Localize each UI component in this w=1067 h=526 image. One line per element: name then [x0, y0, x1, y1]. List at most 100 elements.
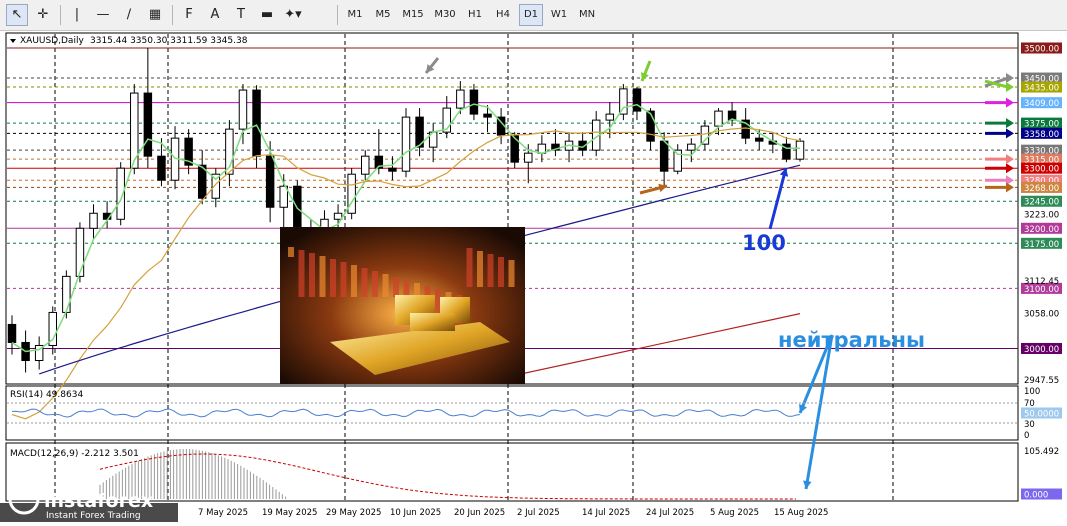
candle-body[interactable] — [456, 89, 465, 109]
rsi-value-label: 50.0000 — [1024, 410, 1059, 420]
price-label: 0.000 — [1024, 491, 1048, 501]
cursor-icon[interactable]: ↖ — [6, 4, 28, 26]
price-label: 3245.00 — [1024, 198, 1059, 208]
timeframe-d1-button[interactable]: D1 — [519, 4, 543, 26]
image-candle-decor — [288, 247, 294, 257]
watermark-tagline: Instant Forex Trading — [46, 511, 141, 521]
date-label: 24 Jul 2025 — [646, 508, 694, 518]
horizontal-line-icon[interactable]: — — [92, 4, 114, 26]
candle-body[interactable] — [62, 275, 71, 313]
axis-tick: 2947.55 — [1024, 376, 1059, 386]
image-candle-decor — [382, 274, 389, 297]
macd-top-label: 105.492 — [1024, 447, 1059, 457]
image-candle-decor — [414, 283, 420, 297]
candle-body[interactable] — [75, 227, 85, 277]
ohlc-label: 3315.44 3350.30 3311.59 3345.38 — [90, 36, 248, 46]
candle-body[interactable] — [48, 311, 57, 346]
candle-body[interactable] — [252, 89, 261, 157]
price-label: 3500.00 — [1024, 45, 1059, 55]
candle-body[interactable] — [795, 140, 805, 160]
rectangle-icon[interactable]: ▬ — [256, 4, 278, 26]
gold-bar-small — [410, 313, 455, 331]
candle-body[interactable] — [143, 92, 153, 157]
candle-body[interactable] — [483, 113, 492, 118]
axis-tick: 3058.00 — [1024, 310, 1059, 320]
timeframe-mn-button[interactable]: MN — [575, 4, 599, 26]
timeframe-m1-button[interactable]: M1 — [343, 4, 367, 26]
candle-body[interactable] — [7, 323, 17, 343]
timeframe-h4-button[interactable]: H4 — [491, 4, 515, 26]
candle-body[interactable] — [157, 155, 166, 181]
chart-frame: XAUUSD,Daily 3315.44 3350.30 3311.59 3345… — [0, 31, 1067, 522]
candle-body[interactable] — [632, 88, 642, 112]
symbol-label: XAUUSD,Daily — [20, 36, 84, 46]
date-label: 5 Aug 2025 — [710, 508, 759, 518]
text-icon[interactable]: A — [204, 4, 226, 26]
image-candle-decor — [477, 251, 483, 287]
candle-body[interactable] — [238, 89, 248, 130]
candle-body[interactable] — [388, 167, 397, 172]
crosshair-icon[interactable]: ✛ — [32, 4, 54, 26]
price-label: 3358.00 — [1024, 130, 1059, 140]
price-chart[interactable]: XAUUSD,Daily 3315.44 3350.30 3311.59 3345… — [0, 31, 1067, 522]
timeframe-w1-button[interactable]: W1 — [547, 4, 571, 26]
timeframe-m15-button[interactable]: M15 — [399, 4, 427, 26]
price-label: 3000.00 — [1024, 345, 1059, 355]
price-label: 3409.00 — [1024, 99, 1059, 109]
date-label: 14 Jul 2025 — [582, 508, 630, 518]
neutral-annotation: нейтральны — [778, 328, 925, 352]
candle-body[interactable] — [333, 212, 343, 220]
date-label: 10 Jun 2025 — [390, 508, 441, 518]
candle-body[interactable] — [265, 155, 275, 208]
date-label: 2 Jul 2025 — [517, 508, 560, 518]
candle-body[interactable] — [646, 110, 655, 142]
image-candle-decor — [498, 257, 504, 287]
candle-body[interactable] — [714, 110, 723, 127]
vertical-line-icon[interactable]: | — [66, 4, 88, 26]
candle-body[interactable] — [700, 125, 710, 145]
candle-body[interactable] — [401, 116, 411, 172]
toolbar-separator — [337, 5, 338, 25]
date-label: 7 May 2025 — [198, 508, 248, 518]
candle-body[interactable] — [605, 113, 615, 121]
image-candle-decor — [361, 268, 368, 297]
price-label: 3200.00 — [1024, 225, 1059, 235]
timeframe-m30-button[interactable]: M30 — [431, 4, 459, 26]
candle-body[interactable] — [510, 134, 519, 163]
image-candle-decor — [309, 253, 315, 297]
text-label-icon[interactable]: T — [230, 4, 252, 26]
rsi-scale-label: 30 — [1024, 420, 1035, 430]
image-candle-decor — [330, 259, 336, 297]
timeframe-m5-button[interactable]: M5 — [371, 4, 395, 26]
trendline-icon[interactable]: ∕ — [118, 4, 140, 26]
candle-body[interactable] — [524, 152, 533, 163]
date-label: 15 Aug 2025 — [774, 508, 828, 518]
toolbar-separator — [172, 5, 173, 25]
watermark-brand: instaforex — [44, 490, 153, 512]
candle-body[interactable] — [89, 212, 98, 229]
image-candle-decor — [319, 256, 326, 297]
date-label: 29 May 2025 — [326, 508, 381, 518]
candle-body[interactable] — [687, 143, 696, 151]
rsi-panel — [5, 385, 1019, 441]
candle-body[interactable] — [755, 137, 764, 142]
image-candle-decor — [372, 271, 378, 297]
axis-tick: 3112.45 — [1024, 277, 1059, 287]
channel-icon[interactable]: ▦ — [144, 4, 166, 26]
price-label: 3175.00 — [1024, 240, 1059, 250]
price-label: 3268.00 — [1024, 184, 1059, 194]
rsi-scale-label: 100 — [1024, 387, 1040, 397]
fibonacci-icon[interactable]: F — [178, 4, 200, 26]
rsi-scale-label: 0 — [1024, 431, 1029, 441]
date-label: 20 Jun 2025 — [454, 508, 505, 518]
image-candle-decor — [466, 248, 473, 287]
shapes-dropdown-icon[interactable]: ✦▾ — [282, 4, 304, 26]
image-candle-decor — [340, 262, 347, 297]
timeframe-h1-button[interactable]: H1 — [463, 4, 487, 26]
rsi-label: RSI(14) 49.8634 — [10, 390, 83, 400]
image-candle-decor — [403, 280, 410, 297]
candle-body[interactable] — [361, 155, 370, 175]
candle-body[interactable] — [469, 89, 479, 115]
image-candle-decor — [298, 250, 305, 297]
candle-body[interactable] — [659, 140, 669, 172]
